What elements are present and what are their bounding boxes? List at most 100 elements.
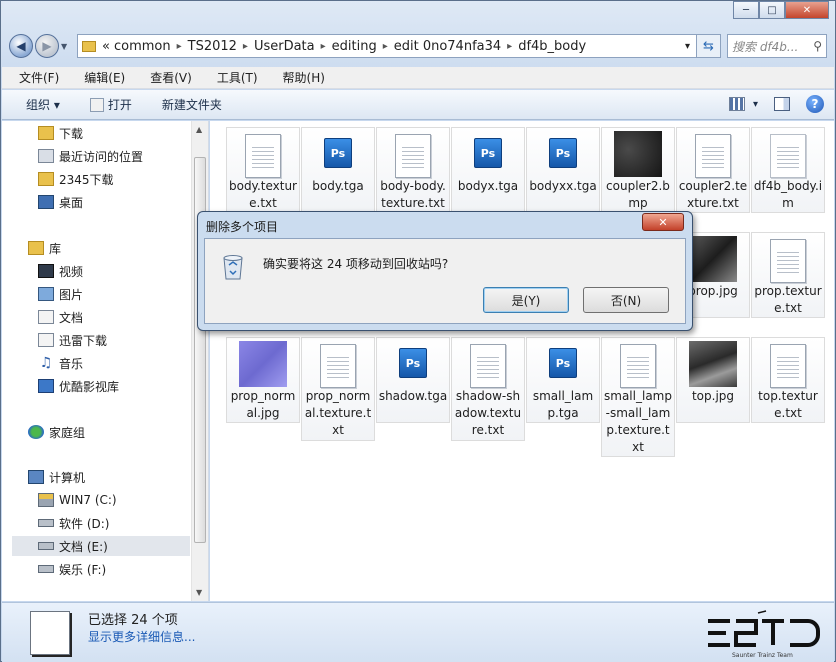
open-button[interactable]: 打开: [89, 96, 132, 113]
music-note-icon: ♫: [39, 355, 53, 371]
file-item[interactable]: top.texture.txt: [751, 337, 825, 423]
nav-item-desktop[interactable]: 桌面: [38, 192, 83, 212]
address-dropdown-icon[interactable]: ▾: [685, 41, 690, 52]
desktop-icon: [38, 195, 54, 209]
nav-item-music[interactable]: ♫ 音乐: [38, 353, 83, 373]
dialog-close-button[interactable]: ✕: [642, 213, 684, 231]
logo-team-text: Saunter Trainz Team: [732, 652, 793, 659]
chevron-right-icon[interactable]: ▸: [321, 41, 326, 52]
breadcrumb-edit-folder[interactable]: edit 0no74nfa34: [394, 39, 501, 54]
nav-label: 2345下载: [59, 172, 114, 187]
new-folder-button[interactable]: 新建文件夹: [162, 96, 222, 113]
maximize-button[interactable]: □: [759, 1, 785, 19]
nav-item-thunder-downloads[interactable]: 迅雷下载: [38, 330, 107, 350]
file-item[interactable]: prop_normal.jpg: [226, 337, 300, 423]
breadcrumb-userdata[interactable]: UserData: [254, 39, 315, 54]
file-item[interactable]: small_lamp-small_lamp.texture.txt: [601, 337, 675, 457]
library-icon: [28, 241, 44, 255]
address-bar[interactable]: « common ▸ TS2012 ▸ UserData ▸ editing ▸ edi…: [77, 34, 697, 58]
nav-label: 娱乐 (F:): [59, 562, 107, 577]
nav-label: 计算机: [49, 470, 86, 485]
menu-file[interactable]: 文件(F): [2, 69, 67, 86]
search-icon: ⚲: [813, 39, 822, 53]
recent-pages-dropdown-icon[interactable]: ▼: [61, 42, 73, 51]
chevron-right-icon[interactable]: ▸: [507, 41, 512, 52]
file-list: body.texture.txt Ps body.tga body-body.t…: [210, 121, 834, 601]
file-item[interactable]: Ps bodyxx.tga: [526, 127, 600, 213]
menu-edit[interactable]: 编辑(E): [67, 69, 133, 86]
search-input[interactable]: 搜索 df4b... ⚲: [727, 34, 827, 58]
nav-item-recent-places[interactable]: 最近访问的位置: [38, 146, 143, 166]
nav-item-drive-f[interactable]: 娱乐 (F:): [38, 559, 106, 579]
yes-button[interactable]: 是(Y): [483, 287, 569, 313]
nav-item-documents[interactable]: 文档: [38, 307, 83, 327]
nav-libraries[interactable]: 库: [28, 238, 61, 258]
close-button[interactable]: ✕: [785, 1, 829, 19]
file-item[interactable]: Ps shadow.tga: [376, 337, 450, 423]
recycle-bin-icon: [223, 255, 243, 280]
navigation-scrollbar[interactable]: ▲ ▼: [191, 121, 208, 601]
refresh-button[interactable]: ⇆: [697, 34, 721, 58]
folder-icon: [82, 40, 96, 52]
file-item[interactable]: Ps bodyx.tga: [451, 127, 525, 213]
selection-count: 已选择 24 个项: [88, 613, 178, 628]
nav-computer[interactable]: 计算机: [28, 467, 85, 487]
preview-pane-icon[interactable]: [774, 97, 790, 111]
file-item[interactable]: top.jpg: [676, 337, 750, 423]
menu-help[interactable]: 帮助(H): [266, 69, 333, 86]
dialog-title: 删除多个项目: [206, 220, 279, 234]
chevron-right-icon[interactable]: ▸: [177, 41, 182, 52]
breadcrumb-editing[interactable]: editing: [332, 39, 377, 54]
file-item[interactable]: Ps small_lamp.tga: [526, 337, 600, 423]
nav-item-drive-e[interactable]: 文档 (E:): [12, 536, 190, 556]
file-item[interactable]: coupler2.bmp: [601, 127, 675, 213]
nav-homegroup[interactable]: 家庭组: [28, 422, 85, 442]
documents-library-icon: [38, 310, 54, 324]
nav-item-drive-c[interactable]: WIN7 (C:): [38, 490, 117, 510]
nav-label: 视频: [59, 264, 84, 279]
file-item[interactable]: Ps body.tga: [301, 127, 375, 213]
nav-item-pictures[interactable]: 图片: [38, 284, 83, 304]
file-item[interactable]: coupler2.texture.txt: [676, 127, 750, 213]
nav-item-drive-d[interactable]: 软件 (D:): [38, 513, 109, 533]
no-button[interactable]: 否(N): [583, 287, 669, 313]
scroll-down-icon[interactable]: ▼: [196, 588, 202, 597]
forward-button[interactable]: ▶: [35, 34, 59, 58]
breadcrumb-ts2012[interactable]: TS2012: [188, 39, 237, 54]
back-button[interactable]: ◀: [9, 34, 33, 58]
file-item[interactable]: df4b_body.im: [751, 127, 825, 213]
breadcrumb-overflow[interactable]: «: [102, 39, 110, 54]
help-icon[interactable]: ?: [806, 95, 824, 113]
menu-view[interactable]: 查看(V): [133, 69, 200, 86]
drive-icon: [38, 542, 54, 550]
file-item[interactable]: body-body.texture.txt: [376, 127, 450, 213]
show-more-details-link[interactable]: 显示更多详细信息...: [88, 628, 195, 645]
nav-item-youku[interactable]: 优酷影视库: [38, 376, 119, 396]
scroll-up-icon[interactable]: ▲: [196, 125, 202, 134]
file-item[interactable]: prop.texture.txt: [751, 232, 825, 318]
file-item[interactable]: shadow-shadow.texture.txt: [451, 337, 525, 441]
minimize-button[interactable]: ─: [733, 1, 759, 19]
nav-item-downloads[interactable]: 下载: [38, 123, 83, 143]
nav-item-videos[interactable]: 视频: [38, 261, 83, 281]
view-dropdown-icon[interactable]: ▾: [753, 99, 758, 110]
breadcrumb-common[interactable]: common: [114, 39, 171, 54]
file-name: bodyxx.tga: [529, 179, 597, 193]
file-name: prop_normal.texture.txt: [304, 389, 372, 437]
menu-tools[interactable]: 工具(T): [200, 69, 266, 86]
image-thumbnail: [689, 341, 737, 387]
nav-item-2345-downloads[interactable]: 2345下载: [38, 169, 114, 189]
file-name: top.texture.txt: [758, 389, 818, 420]
file-item[interactable]: prop_normal.texture.txt: [301, 337, 375, 441]
change-view-icon[interactable]: [728, 97, 745, 111]
nav-label: 图片: [59, 287, 84, 302]
file-name: small_lamp-small_lamp.texture.txt: [604, 389, 672, 454]
organize-button[interactable]: 组织 ▾: [26, 96, 60, 113]
image-thumbnail: [689, 236, 737, 282]
nav-label: 音乐: [59, 356, 84, 371]
breadcrumb-df4b-body[interactable]: df4b_body: [518, 39, 586, 54]
chevron-right-icon[interactable]: ▸: [383, 41, 388, 52]
chevron-right-icon[interactable]: ▸: [243, 41, 248, 52]
file-item[interactable]: body.texture.txt: [226, 127, 300, 213]
text-file-icon: [470, 344, 506, 388]
